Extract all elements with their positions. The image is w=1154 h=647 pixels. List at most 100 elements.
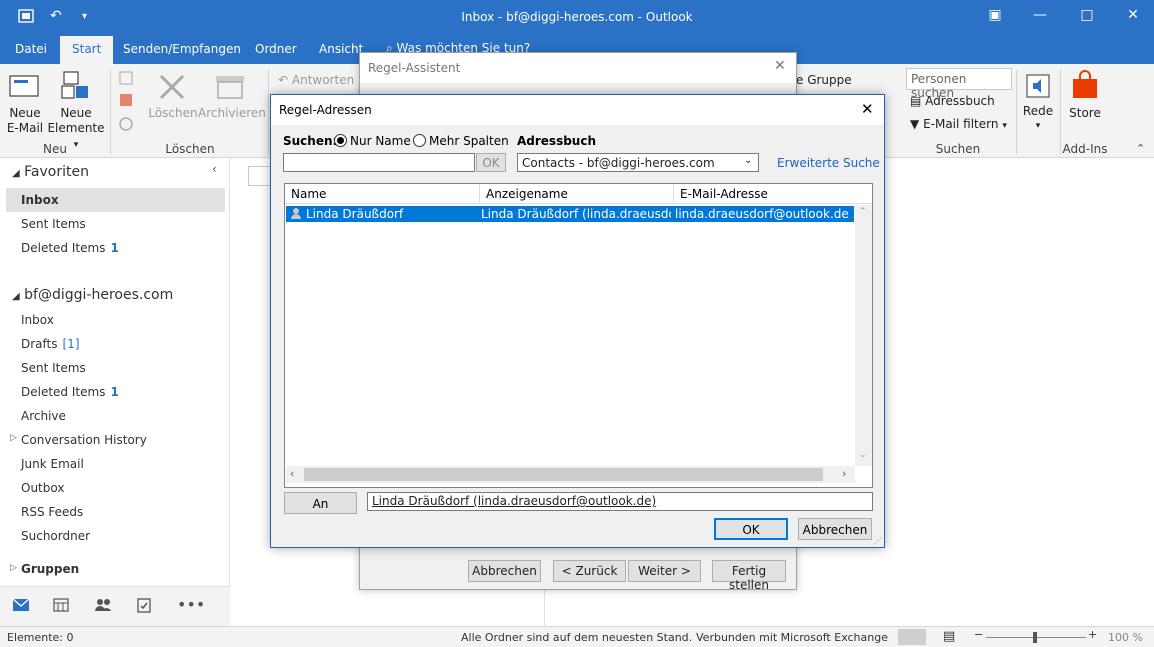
collapse-ribbon-icon[interactable]: ⌃ [1136,142,1145,155]
table-row[interactable]: Linda Dräußdorf Linda Dräußdorf (linda.d… [286,206,854,222]
new-group-label: e Gruppe [796,73,852,87]
to-recipients-field[interactable]: Linda Dräußdorf (linda.draeusdorf@outloo… [367,492,873,511]
zoom-out-icon[interactable]: − [974,628,983,641]
new-items-icon [60,70,92,102]
delete-button[interactable]: Löschen [148,106,198,121]
search-people-input[interactable]: Personen suchen [906,68,1012,100]
resize-grip-icon[interactable]: ⋰ [874,536,882,545]
close-window-icon[interactable]: ✕ [1123,7,1143,23]
address-book-select[interactable]: Contacts - bf@diggi-heroes.com ⌄ [517,153,759,172]
folder-outbox[interactable]: Outbox [21,481,64,495]
groups-header[interactable]: Gruppen [21,562,79,576]
tab-start[interactable]: Start [60,36,114,64]
cancel-button[interactable]: Abbrechen [798,518,872,540]
new-email-button[interactable]: Neue E-Mail [4,106,46,136]
horizontal-scrollbar[interactable]: ‹ › [286,466,855,483]
rule-addresses-title: Regel-Adressen [279,103,372,117]
folder-suchordner[interactable]: Suchordner [21,529,90,543]
search-ok-button[interactable]: OK [476,153,506,172]
people-icon[interactable] [94,598,112,615]
minimize-icon[interactable]: — [1030,7,1050,23]
wizard-finish-button[interactable]: Fertig stellen [712,560,786,592]
row-name: Linda Dräußdorf [306,207,404,221]
scroll-up-icon[interactable]: ⌃ [859,207,867,217]
zoom-in-icon[interactable]: + [1088,628,1097,641]
folder-archive[interactable]: Archive [21,409,66,423]
mail-icon[interactable] [12,598,30,615]
radio-name-only[interactable] [334,134,347,147]
unread-count: 1 [110,385,119,399]
column-header-name[interactable]: Name [285,184,480,204]
navigation-bar: ••• [0,586,230,626]
account-header[interactable]: ◢ bf@diggi-heroes.com [12,287,173,303]
folder-sent-items[interactable]: Sent Items [21,361,86,375]
more-options-icon[interactable]: ••• [177,595,205,614]
vertical-scrollbar[interactable]: ⌃ ⌄ [855,205,872,466]
expand-favorites-icon: ◢ [12,168,20,179]
zoom-slider-thumb[interactable] [1033,632,1037,643]
scroll-right-icon[interactable]: › [842,467,846,480]
tab-senden-empfangen[interactable]: Senden/Empfangen [123,42,241,56]
filter-email-button[interactable]: ▼ E-Mail filtern ▾ [910,117,1007,134]
ok-button[interactable]: OK [714,518,788,540]
archive-button[interactable]: Archivieren [198,106,266,121]
folder-drafts[interactable]: Drafts [1] [21,337,80,351]
cleanup-icons[interactable] [118,70,138,138]
collapse-pane-icon[interactable]: ‹ [212,162,217,176]
ribbon-separator [1016,70,1017,154]
normal-view-icon[interactable] [898,629,926,645]
rules-wizard-close-icon[interactable]: ✕ [774,58,786,74]
rules-wizard-header: Regel-Assistent ✕ [360,53,796,83]
store-button[interactable]: Store [1066,106,1104,121]
wizard-cancel-button[interactable]: Abbrechen [468,560,541,582]
rule-addresses-dialog: Regel-Adressen ✕ Suchen: Nur Name Mehr S… [270,94,885,548]
status-connection: Verbunden mit Microsoft Exchange [696,631,888,644]
status-items-count: Elemente: 0 [7,631,74,644]
favorites-header[interactable]: ◢ Favoriten [12,164,89,180]
ribbon-separator [268,70,269,154]
tasks-icon[interactable] [137,597,151,616]
status-sync: Alle Ordner sind auf dem neuesten Stand. [461,631,693,644]
ribbon-separator [110,70,111,154]
scroll-down-icon[interactable]: ⌄ [859,450,867,460]
column-header-display-name[interactable]: Anzeigename [480,184,674,204]
radio-more-columns[interactable] [413,134,426,147]
zoom-level[interactable]: 100 % [1108,631,1143,644]
tab-ordner[interactable]: Ordner [255,42,297,56]
calendar-icon[interactable] [53,598,69,615]
scroll-left-icon[interactable]: ‹ [290,467,294,480]
advanced-search-link[interactable]: Erweiterte Suche [777,156,880,170]
radio-more-columns-label[interactable]: Mehr Spalten [429,134,509,148]
horizontal-scroll-thumb[interactable] [304,468,823,481]
rule-addresses-header: Regel-Adressen ✕ [271,95,884,125]
speech-button[interactable]: Rede ▾ [1020,104,1056,134]
to-button[interactable]: An [284,492,357,514]
folder-rss-feeds[interactable]: RSS Feeds [21,505,83,519]
reading-view-icon[interactable]: ▤ [943,629,955,644]
store-icon [1070,70,1100,100]
wizard-back-button[interactable]: < Zurück [553,560,626,582]
tab-datei[interactable]: Datei [15,42,47,56]
ribbon-display-options-icon[interactable]: ▣ [985,7,1005,23]
tab-ansicht[interactable]: Ansicht [319,42,363,56]
wizard-next-button[interactable]: Weiter > [628,560,701,582]
to-recipient-value: Linda Dräußdorf (linda.draeusdorf@outloo… [372,494,657,508]
folder-junk-email[interactable]: Junk Email [21,457,84,471]
maximize-icon[interactable]: □ [1077,7,1097,23]
fav-item-sent-items[interactable]: Sent Items [21,217,86,231]
address-book-button[interactable]: ▤ Adressbuch [910,94,995,109]
fav-item-deleted-items[interactable]: Deleted Items 1 [21,241,119,255]
reply-button[interactable]: ↶ Antworten [278,73,354,88]
expand-conversation-history-icon[interactable]: ▷ [10,433,17,443]
expand-groups-icon[interactable]: ▷ [10,563,17,573]
search-name-input[interactable] [283,153,475,172]
folder-deleted-items[interactable]: Deleted Items 1 [21,385,119,399]
dialog-close-icon[interactable]: ✕ [861,100,874,118]
folder-conversation-history[interactable]: Conversation History [21,433,147,447]
fav-item-inbox[interactable]: Inbox [21,193,59,207]
chevron-down-icon: ⌄ [744,155,753,166]
column-header-email[interactable]: E-Mail-Adresse [674,184,872,204]
radio-name-only-label[interactable]: Nur Name [350,134,411,148]
expand-account-icon: ◢ [12,291,20,302]
folder-inbox[interactable]: Inbox [21,313,54,327]
